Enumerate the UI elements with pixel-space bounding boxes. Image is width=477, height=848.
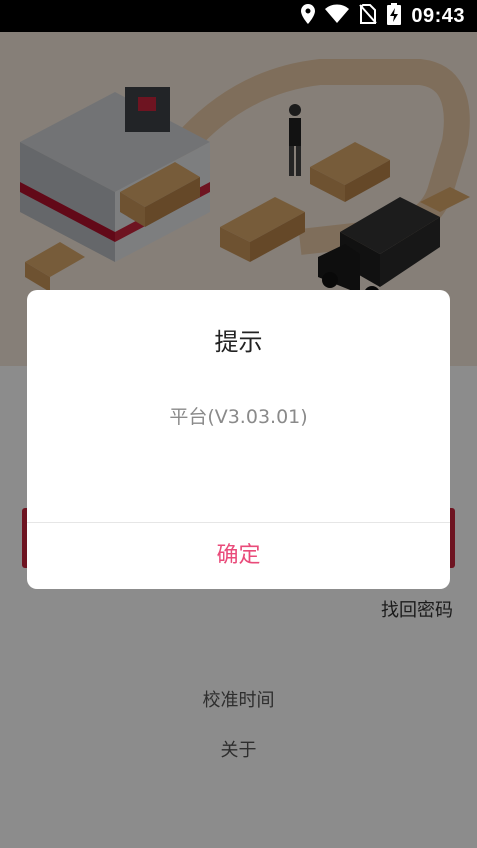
dialog-title: 提示 [214, 328, 263, 356]
no-sim-icon [359, 4, 378, 28]
battery-charging-icon [387, 3, 402, 29]
status-icons: 09:43 [301, 0, 465, 32]
status-bar: 09:43 [0, 0, 477, 32]
confirm-button[interactable]: 确定 [27, 523, 450, 589]
alert-dialog: 提示 平台(V3.03.01) 确定 [27, 290, 450, 589]
clock: 09:43 [411, 4, 465, 27]
location-icon [301, 4, 316, 28]
wifi-icon [325, 4, 350, 28]
dialog-message: 平台(V3.03.01) [169, 406, 308, 428]
